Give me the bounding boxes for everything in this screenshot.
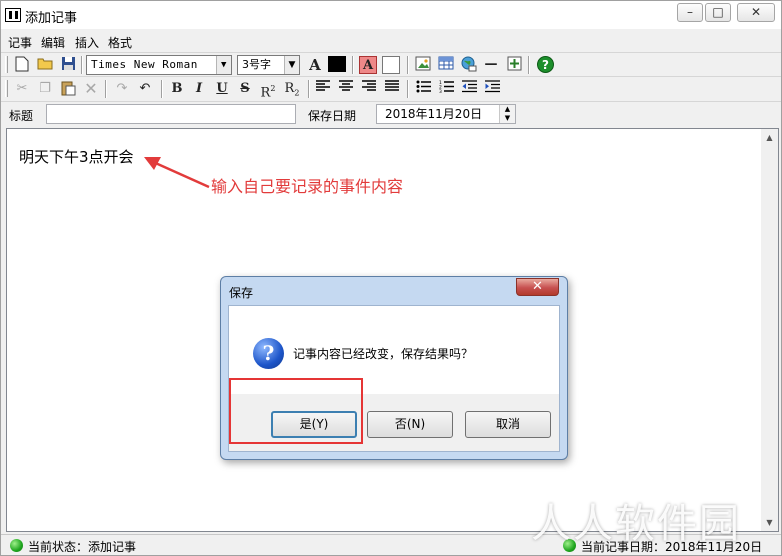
dialog-message: 记事内容已经改变，保存结果吗？ <box>293 347 474 361</box>
save-date-label: 保存日期 <box>308 109 357 123</box>
date-spinner[interactable]: ▲ ▼ <box>499 105 515 123</box>
highlight-box <box>229 378 363 444</box>
menu-format[interactable]: 格式 <box>108 34 132 51</box>
dialog-title: 保存 <box>229 286 254 300</box>
increase-indent-icon[interactable] <box>483 80 501 98</box>
new-document-icon[interactable] <box>13 56 31 74</box>
svg-text:3: 3 <box>439 89 442 93</box>
bullet-list-icon[interactable] <box>414 80 432 98</box>
align-left-icon[interactable] <box>314 80 332 98</box>
insert-object-icon[interactable] <box>505 56 523 74</box>
paste-icon[interactable] <box>59 80 77 98</box>
align-center-icon[interactable] <box>337 80 355 98</box>
background-color-icon[interactable] <box>382 56 400 74</box>
save-date-picker[interactable]: 2018年11月20日 ▲ ▼ <box>376 104 516 124</box>
window-title: 添加记事 <box>25 11 78 26</box>
separator <box>407 56 409 74</box>
separator <box>528 56 530 74</box>
insert-table-icon[interactable] <box>437 56 455 74</box>
toolbar-grip[interactable] <box>5 80 8 97</box>
align-right-icon[interactable] <box>360 80 378 98</box>
superscript-icon[interactable]: R2 <box>259 80 277 100</box>
dialog-close-button[interactable]: ✕ <box>516 278 559 296</box>
editor-content[interactable]: 明天下午3点开会 <box>19 146 134 167</box>
menu-insert[interactable]: 插入 <box>75 34 99 51</box>
scroll-up-arrow-icon[interactable]: ▲ <box>761 129 778 146</box>
open-folder-icon[interactable] <box>36 56 54 74</box>
scroll-down-arrow-icon[interactable]: ▼ <box>761 514 778 531</box>
note-header-row: 标题 保存日期 2018年11月20日 ▲ ▼ <box>1 101 781 126</box>
font-size-value: 3号字 <box>242 58 271 71</box>
font-color-icon[interactable] <box>328 56 346 74</box>
edit-toolbar: ✂ ❐ ✕ ↷ ↶ B I U S R2 R2 123 <box>1 76 781 100</box>
help-icon[interactable]: ? <box>536 56 554 74</box>
annotation-arrow-icon <box>144 157 210 189</box>
close-button[interactable]: ✕ <box>737 3 775 22</box>
minimize-button[interactable]: – <box>677 3 703 22</box>
app-book-icon <box>5 8 21 22</box>
question-icon: ? <box>253 338 284 369</box>
separator <box>81 56 83 74</box>
bold-icon[interactable]: B <box>168 80 186 98</box>
chevron-down-icon[interactable]: ▼ <box>216 56 231 74</box>
menu-edit[interactable]: 编辑 <box>41 34 65 51</box>
justify-icon[interactable] <box>383 80 401 98</box>
italic-icon[interactable]: I <box>190 80 208 98</box>
watermark: 人人软件园 <box>531 501 741 547</box>
chevron-down-icon[interactable]: ▼ <box>284 56 299 74</box>
status-text-left: 当前状态：添加记事 <box>28 540 137 554</box>
insert-web-icon[interactable] <box>459 56 477 74</box>
save-date-value: 2018年11月20日 <box>385 107 483 121</box>
separator <box>105 80 107 98</box>
horizontal-line-icon[interactable]: — <box>482 56 500 74</box>
subscript-icon[interactable]: R2 <box>283 80 301 98</box>
underline-icon[interactable]: U <box>213 80 231 98</box>
menu-note[interactable]: 记事 <box>8 34 32 51</box>
annotation-text: 输入自己要记录的事件内容 <box>211 177 404 196</box>
decrease-indent-icon[interactable] <box>460 80 478 98</box>
status-ok-icon <box>10 539 23 552</box>
separator <box>308 80 310 98</box>
cancel-button[interactable]: 取消 <box>465 411 551 438</box>
maximize-button[interactable]: □ <box>705 3 731 22</box>
no-button[interactable]: 否(N) <box>367 411 453 438</box>
cut-icon[interactable]: ✂ <box>13 80 31 98</box>
vertical-scrollbar[interactable]: ▲ ▼ <box>761 129 778 531</box>
separator <box>407 80 409 98</box>
save-icon[interactable] <box>59 56 77 74</box>
svg-text:?: ? <box>542 58 549 72</box>
insert-image-icon[interactable] <box>414 56 432 74</box>
font-size-select[interactable]: 3号字 ▼ <box>237 55 300 75</box>
redo-icon[interactable]: ↷ <box>113 80 131 98</box>
font-name-value: Times New Roman <box>91 58 198 71</box>
title-bar: 添加记事 – □ ✕ <box>1 1 781 29</box>
font-name-select[interactable]: Times New Roman ▼ <box>86 55 232 75</box>
format-toolbar: Times New Roman ▼ 3号字 ▼ A A — ? <box>1 52 781 76</box>
separator <box>161 80 163 98</box>
highlight-color-icon[interactable]: A <box>359 56 377 74</box>
title-input[interactable] <box>46 104 296 124</box>
font-icon[interactable]: A <box>306 56 324 74</box>
copy-icon[interactable]: ❐ <box>36 80 54 98</box>
numbered-list-icon[interactable]: 123 <box>437 80 455 98</box>
undo-icon[interactable]: ↶ <box>136 80 154 98</box>
toolbar-grip[interactable] <box>5 56 8 73</box>
strikethrough-icon[interactable]: S <box>236 80 254 98</box>
title-label: 标题 <box>9 109 34 123</box>
main-window: 添加记事 – □ ✕ 记事 编辑 插入 格式 Times New Roman ▼… <box>0 0 782 556</box>
delete-icon[interactable]: ✕ <box>82 80 100 98</box>
separator <box>352 56 354 74</box>
menu-bar: 记事 编辑 插入 格式 <box>1 31 781 51</box>
